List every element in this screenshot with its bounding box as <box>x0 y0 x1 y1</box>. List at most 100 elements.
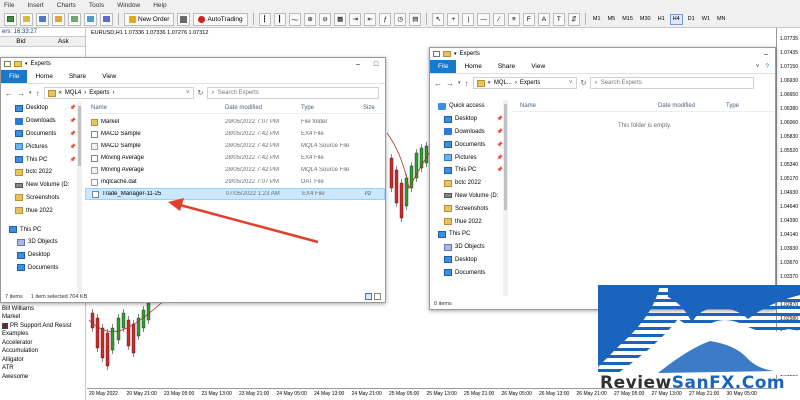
chevron-down-icon[interactable]: ˅ <box>569 80 573 86</box>
timeframe-m30[interactable]: M30 <box>638 14 653 25</box>
title-bar[interactable]: ▾ Experts – □ <box>1 58 385 70</box>
side-nav-item[interactable]: 3D Objects <box>430 241 506 254</box>
ribbon-tab-file[interactable]: File <box>1 70 28 83</box>
side-nav-item[interactable]: bctc 2022 <box>430 177 506 190</box>
properties-icon[interactable] <box>4 61 11 67</box>
side-nav-item[interactable]: Desktop 📌 <box>430 113 506 126</box>
file-row[interactable]: mqlcache.dat 29/05/2022 7:07 PM DAT File <box>85 176 385 188</box>
side-nav-item[interactable]: Desktop 📌 <box>1 102 79 115</box>
crosshair-button[interactable]: + <box>447 12 460 26</box>
side-nav-item[interactable]: Desktop <box>430 254 506 267</box>
line-chart-button[interactable]: 〜 <box>288 12 302 26</box>
up-arrow-icon[interactable]: ↑ <box>465 79 469 88</box>
file-row[interactable]: Moving Average 28/05/2022 7:42 PM MQL4 Sou… <box>85 164 385 176</box>
side-nav-item[interactable]: Pictures 📌 <box>1 140 79 153</box>
zoom-out-button[interactable]: ⊖ <box>319 12 332 26</box>
profiles-button[interactable] <box>20 12 33 26</box>
navigator-item-market[interactable]: Market <box>0 313 85 322</box>
menu-tools[interactable]: Tools <box>89 2 104 9</box>
side-nav-item[interactable]: Documents 📌 <box>1 128 79 141</box>
side-nav-scrollbar[interactable] <box>503 100 508 296</box>
new-folder-icon[interactable] <box>14 61 22 67</box>
menu-help[interactable]: Help <box>153 2 166 9</box>
vertical-line-button[interactable]: | <box>462 12 475 26</box>
side-nav-item[interactable]: thue 2022 <box>430 215 506 228</box>
side-nav-item[interactable]: Desktop <box>1 249 79 262</box>
menu-file[interactable]: File <box>4 2 14 9</box>
chevron-down-icon[interactable]: ˅ <box>756 63 760 70</box>
menu-charts[interactable]: Charts <box>57 2 76 9</box>
timeframe-h1[interactable]: H1 <box>656 14 667 25</box>
column-name[interactable]: Name <box>85 105 225 111</box>
experts-button[interactable] <box>177 12 191 26</box>
search-box[interactable]: ⌕ Search Experts <box>207 87 380 99</box>
pin-icon[interactable]: 📌 <box>70 118 76 124</box>
file-row[interactable]: MACD Sample 28/05/2022 7:42 PM EX4 File <box>85 128 385 140</box>
ribbon-tab-share[interactable]: Share <box>61 73 94 80</box>
address-segment-experts[interactable]: Experts <box>89 90 109 96</box>
zoom-in-button[interactable]: ⊕ <box>304 12 317 26</box>
side-nav-item[interactable]: This PC <box>1 223 79 236</box>
file-row[interactable]: Moving Average 28/05/2022 7:42 PM EX4 File <box>85 152 385 164</box>
refresh-icon[interactable]: ↻ <box>198 89 204 97</box>
title-bar[interactable]: ▾ Experts – <box>430 48 775 60</box>
search-input[interactable]: Search Experts <box>601 80 642 86</box>
ribbon-tab-file[interactable]: File <box>430 60 457 73</box>
timeframe-m5[interactable]: M5 <box>606 14 618 25</box>
templates-button[interactable]: ▤ <box>409 12 422 26</box>
chart-shift-button[interactable]: ⇥ <box>349 12 362 26</box>
side-nav-item[interactable]: thue 2022 <box>1 204 79 217</box>
scrollbar-thumb[interactable] <box>78 106 81 166</box>
arrows-button[interactable]: ⇵ <box>567 12 580 26</box>
new-folder-icon[interactable] <box>443 51 451 57</box>
side-nav-item[interactable]: Screenshots <box>430 202 506 215</box>
auto-trading-button[interactable]: AutoTrading <box>193 12 248 26</box>
bar-chart-button[interactable]: ┇ <box>258 12 271 26</box>
address-segment-mql4[interactable]: MQL... <box>494 80 512 86</box>
timeframe-mn[interactable]: MN <box>715 14 728 25</box>
side-nav-item[interactable]: Downloads 📌 <box>1 115 79 128</box>
terminal-button[interactable] <box>68 12 81 26</box>
side-nav-item[interactable]: Documents <box>430 266 506 279</box>
column-type[interactable]: Type <box>726 103 766 109</box>
help-icon[interactable]: ? <box>765 63 769 70</box>
navigator-item-accumulation[interactable]: Accumulation <box>0 347 85 356</box>
pin-icon[interactable]: 📌 <box>70 157 76 163</box>
scrollbar-thumb[interactable] <box>504 104 507 210</box>
candlestick-button[interactable]: ┃ <box>273 12 286 26</box>
maximize-button[interactable]: □ <box>367 58 385 70</box>
market-watch-bid-header[interactable]: Bid <box>16 38 25 45</box>
recent-dropdown-icon[interactable]: ▾ <box>29 90 32 96</box>
channel-button[interactable]: ≡ <box>507 12 520 26</box>
ribbon-tab-view[interactable]: View <box>523 63 553 70</box>
column-type[interactable]: Type <box>301 105 363 111</box>
market-watch-ask-header[interactable]: Ask <box>58 38 69 45</box>
file-row[interactable]: Market 29/05/2022 7:07 PM File folder <box>85 116 385 128</box>
timeframe-d1[interactable]: D1 <box>686 14 697 25</box>
side-nav-item[interactable]: This PC 📌 <box>430 164 506 177</box>
column-size[interactable]: Size <box>363 105 385 111</box>
forward-arrow-icon[interactable]: → <box>446 79 454 88</box>
auto-scroll-button[interactable]: ⇤ <box>364 12 377 26</box>
new-chart-button[interactable] <box>4 12 17 26</box>
large-icons-view-icon[interactable] <box>374 293 381 300</box>
side-nav-item[interactable]: Downloads 📌 <box>430 126 506 139</box>
side-nav-scrollbar[interactable] <box>77 102 82 293</box>
column-name[interactable]: Name <box>512 103 658 109</box>
cursor-button[interactable]: ↖ <box>432 12 445 26</box>
back-arrow-icon[interactable]: ← <box>5 89 13 98</box>
details-view-icon[interactable] <box>365 293 372 300</box>
refresh-icon[interactable]: ↻ <box>581 79 587 87</box>
side-nav-item[interactable]: Screenshots <box>1 192 79 205</box>
meta-editor-button[interactable] <box>100 12 113 26</box>
address-bar[interactable]: « MQL4 › Experts › ˅ <box>43 87 194 99</box>
side-nav-item[interactable]: New Volume (D: <box>430 190 506 203</box>
quick-access-dropdown-icon[interactable]: ▾ <box>454 51 457 57</box>
up-arrow-icon[interactable]: ↑ <box>36 89 40 98</box>
address-segment-experts[interactable]: Experts <box>520 80 540 86</box>
side-nav-item[interactable]: Pictures 📌 <box>430 151 506 164</box>
market-watch-button[interactable] <box>36 12 49 26</box>
side-nav-item[interactable]: This PC <box>430 228 506 241</box>
navigator-item-atr[interactable]: ATR <box>0 364 85 373</box>
ribbon-tab-home[interactable]: Home <box>27 73 60 80</box>
